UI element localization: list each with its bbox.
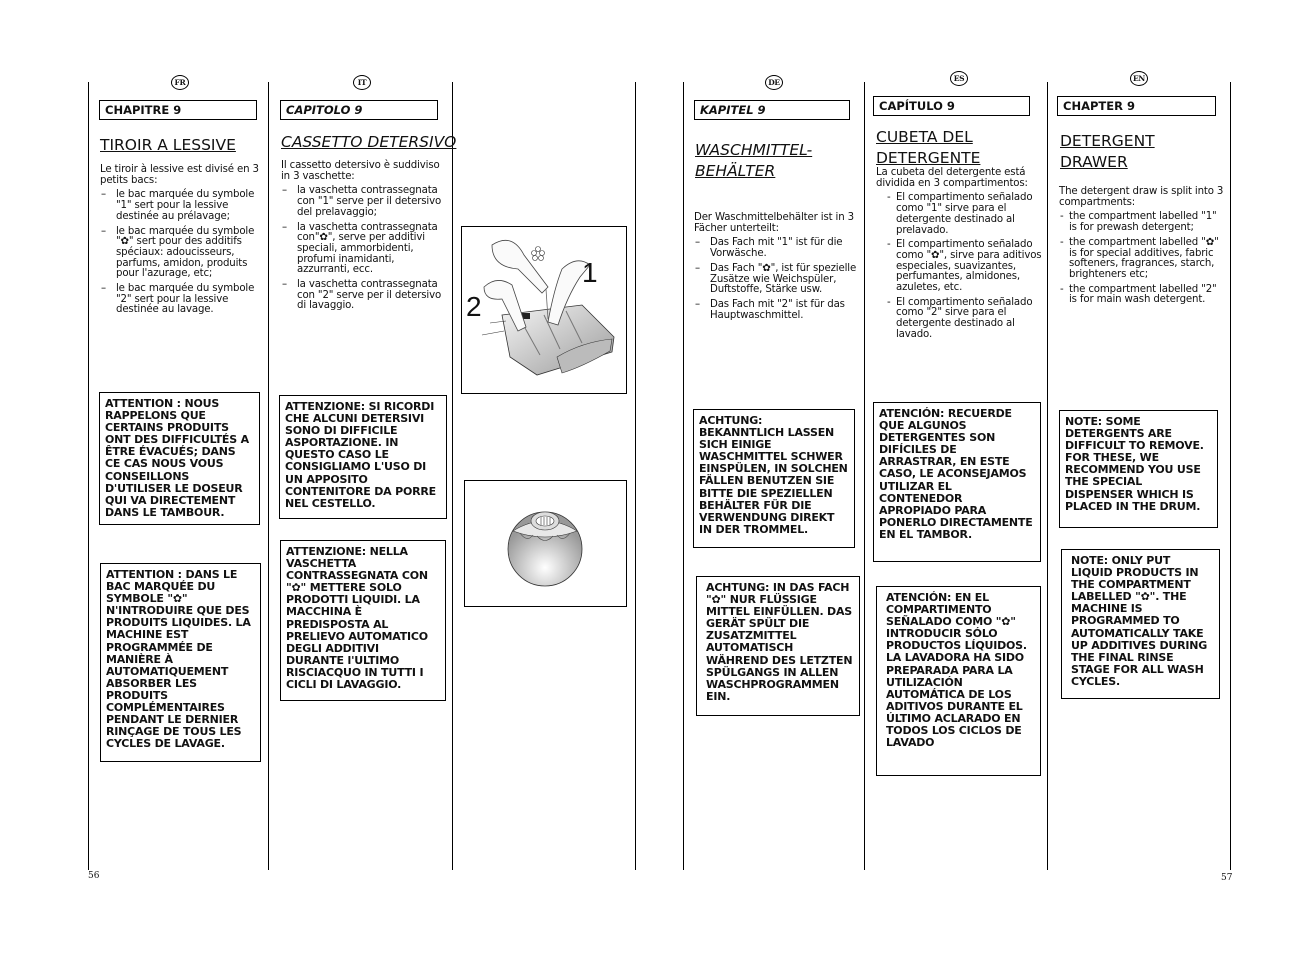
list-item: - the compartment labelled "1" is for pre…: [1060, 211, 1217, 234]
warning-box: ATTENZIONE: SI RICORDI CHE ALCUNI DETERS…: [279, 395, 447, 519]
column-divider: [635, 82, 636, 870]
column-divider: [864, 82, 865, 870]
warning-box: ATTENTION : DANS LE BAC MARQUÉE DU SYMBO…: [100, 563, 261, 762]
section-title: TIROIR A LESSIVE: [100, 136, 236, 154]
intro-text: The detergent draw is split into 3 compa…: [1059, 186, 1224, 208]
compartment-list: – Das Fach mit "1" ist für die Vorwäsche.…: [694, 238, 860, 321]
language-badge-it: IT: [353, 75, 371, 90]
section-title: DETERGENT DRAWER: [1060, 131, 1155, 173]
list-item: – Das Fach mit "1" ist für die Vorwäsche.: [695, 237, 843, 260]
warning-box: NOTE: ONLY PUT LIQUID PRODUCTS IN THE CO…: [1061, 549, 1220, 699]
section-title: CASSETTO DETERSIVO: [281, 133, 457, 151]
section-title-line: WASCHMITTEL-: [695, 141, 813, 159]
compartment-label-1: 1: [582, 257, 598, 288]
column-divider: [268, 82, 269, 870]
list-item: – le bac marquée du symbole "✿" sert pour…: [101, 225, 255, 280]
chapter-heading: CHAPITRE 9: [99, 100, 257, 120]
section-title-line: CUBETA DEL: [876, 128, 973, 146]
intro-text: La cubeta del detergente está dividida e…: [876, 167, 1028, 189]
warning-box: ATENCIÓN: EN EL COMPARTIMENTO SEÑALADO C…: [876, 586, 1041, 776]
section-title-line: BEHÄLTER: [695, 162, 776, 180]
compartment-list: – la vaschetta contrassegnata con "1" ser…: [281, 185, 446, 312]
section-title: CUBETA DEL DETERGENTE: [876, 127, 980, 169]
compartment-label-2: 2: [466, 291, 482, 322]
language-badge-es: ES: [950, 71, 968, 86]
intro-text: Der Waschmittelbehälter ist in 3 Fächer …: [694, 212, 854, 234]
body-text: La cubeta del detergente está dividida e…: [876, 167, 1042, 345]
section-title: WASCHMITTEL- BEHÄLTER: [695, 140, 812, 182]
warning-box: ACHTUNG: IN DAS FACH "✿" NUR FLÜSSIGE MI…: [696, 576, 860, 716]
list-item: - El compartimento señalado como "2" sirv…: [887, 296, 1033, 340]
compartment-list: - El compartimento señalado como "1" sirv…: [876, 193, 1042, 340]
body-text: The detergent draw is split into 3 compa…: [1059, 186, 1225, 310]
chapter-heading: CHAPTER 9: [1057, 96, 1216, 116]
list-item: – le bac marquée du symbole "2" sert pour…: [101, 283, 255, 316]
intro-text: Le tiroir à lessive est divisé en 3 peti…: [100, 164, 259, 186]
compartment-list: – le bac marquée du symbole "1" sert pour…: [100, 189, 262, 316]
detergent-drawer-illustration: 1 2: [461, 226, 627, 394]
list-item: - El compartimento señalado como "✿", sir…: [887, 239, 1042, 294]
column-divider: [683, 82, 684, 870]
column-divider: [1047, 82, 1048, 870]
body-text: Il cassetto detersivo è suddiviso in 3 v…: [281, 160, 446, 316]
dosing-ball-illustration: [464, 480, 627, 607]
body-text: Le tiroir à lessive est divisé en 3 peti…: [100, 164, 262, 320]
list-item: – la vaschetta contrassegnata con "1" ser…: [282, 185, 442, 218]
chapter-heading: CAPÍTULO 9: [873, 96, 1030, 116]
list-item: – la vaschetta contrassegnata con "2" ser…: [282, 279, 442, 312]
column-divider: [452, 82, 453, 870]
dosing-ball-icon: [507, 511, 583, 587]
chapter-heading: KAPITEL 9: [694, 100, 850, 120]
warning-box: ATENCIÓN: RECUERDE QUE ALGUNOS DETERGENT…: [873, 402, 1041, 562]
page-number-left: 56: [88, 871, 100, 881]
list-item: – Das Fach mit "2" ist für das Hauptwasch…: [695, 298, 845, 321]
language-badge-fr: FR: [171, 75, 189, 90]
list-item: - the compartment labelled "2" is for mai…: [1060, 283, 1217, 306]
body-text: Der Waschmittelbehälter ist in 3 Fächer …: [694, 212, 860, 325]
warning-box: ATTENTION : NOUS RAPPELONS QUE CERTAINS …: [99, 392, 260, 525]
section-title-line: DETERGENTE: [876, 149, 981, 167]
compartment-list: - the compartment labelled "1" is for pre…: [1059, 212, 1225, 306]
intro-text: Il cassetto detersivo è suddiviso in 3 v…: [281, 160, 440, 182]
warning-box: NOTE: SOME DETERGENTS ARE DIFFICULT TO R…: [1059, 410, 1218, 528]
chapter-heading: CAPITOLO 9: [280, 100, 438, 120]
list-item: - the compartment labelled "✿" is for spe…: [1060, 236, 1219, 280]
page-right-edge: [1230, 82, 1231, 870]
page-left-edge: [88, 82, 89, 870]
list-item: – le bac marquée du symbole "1" sert pour…: [101, 189, 255, 222]
page-number-right: 57: [1221, 873, 1233, 883]
language-badge-de: DE: [765, 75, 783, 90]
section-title-line: DETERGENT: [1060, 132, 1155, 150]
section-title-line: DRAWER: [1060, 153, 1128, 171]
language-badge-en: EN: [1130, 71, 1148, 86]
list-item: - El compartimento señalado como "1" sirv…: [887, 192, 1033, 236]
detergent-drawer-icon: [481, 239, 615, 376]
list-item: – la vaschetta contrassegnata con"✿", ser…: [282, 221, 438, 276]
list-item: – Das Fach "✿", ist für spezielle Zusätze…: [695, 262, 857, 296]
warning-box: ACHTUNG: BEKANNTLICH LASSEN SICH EINIGE …: [693, 409, 855, 548]
warning-box: ATTENZIONE: NELLA VASCHETTA CONTRASSEGNA…: [280, 540, 446, 701]
